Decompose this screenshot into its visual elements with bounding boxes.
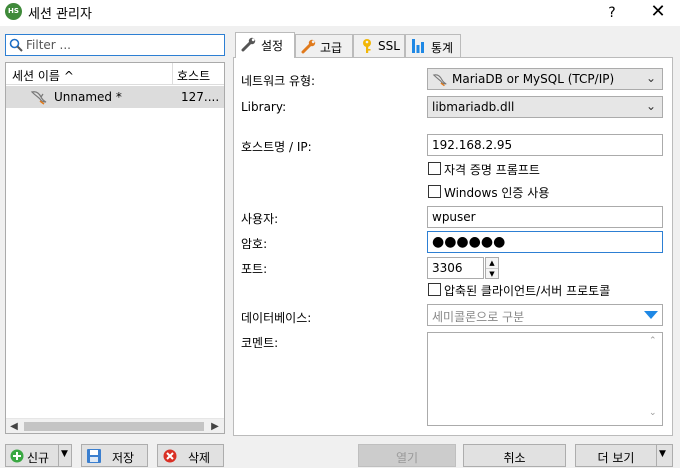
scroll-up-icon[interactable]: ⌃ <box>649 336 657 346</box>
scroll-right-icon[interactable]: ▶ <box>209 419 221 434</box>
tab-ssl[interactable]: SSL <box>353 34 405 57</box>
new-button-label: 신규 <box>27 451 50 465</box>
network-type-select[interactable]: MariaDB or MySQL (TCP/IP) ⌄ <box>427 68 663 90</box>
tab-advanced-label: 고급 <box>320 41 343 55</box>
tab-advanced[interactable]: 고급 <box>295 34 353 57</box>
wrench-icon <box>241 37 256 52</box>
chevron-down-icon: ⌄ <box>645 99 656 113</box>
windows-auth-label: Windows 인증 사용 <box>444 186 550 200</box>
dolphin-icon <box>432 74 447 87</box>
tab-ssl-label: SSL <box>378 39 400 53</box>
more-dropdown-icon[interactable]: ▼ <box>659 449 666 459</box>
compression-checkbox[interactable] <box>428 283 441 296</box>
tab-statistics[interactable]: 통계 <box>405 34 461 57</box>
tab-settings-label: 설정 <box>261 39 284 53</box>
host-value: 192.168.2.95 <box>432 138 513 152</box>
port-input[interactable]: 3306 <box>427 257 484 279</box>
close-button[interactable]: ✕ <box>643 1 673 23</box>
cancel-button[interactable]: 취소 <box>463 444 566 467</box>
horizontal-scrollbar[interactable]: ◀ ▶ <box>6 418 224 433</box>
user-label: 사용자: <box>241 212 279 226</box>
tab-settings[interactable]: 설정 <box>235 32 295 58</box>
session-host: 127.... <box>181 90 220 104</box>
library-value: libmariadb.dll <box>432 100 515 114</box>
scroll-left-icon[interactable]: ◀ <box>8 419 20 434</box>
bar-chart-icon <box>412 39 424 53</box>
title-bar: HS 세션 관리자 ? ✕ <box>0 0 680 26</box>
database-placeholder: 세미콜론으로 구분 <box>432 310 525 324</box>
save-button-label: 저장 <box>112 451 135 465</box>
floppy-disk-icon <box>87 449 101 463</box>
delete-button-label: 삭제 <box>188 451 211 465</box>
filter-input[interactable]: Filter ... <box>5 34 225 56</box>
user-input[interactable]: wpuser <box>427 206 663 228</box>
key-icon <box>363 39 371 53</box>
delete-icon <box>163 449 177 463</box>
network-type-label: 네트워크 유형: <box>241 74 316 88</box>
new-button[interactable]: 신규 ▼ <box>5 444 72 467</box>
password-input[interactable]: ●●●●●● <box>427 231 663 253</box>
dolphin-icon <box>30 91 47 105</box>
scroll-down-icon[interactable]: ⌄ <box>649 408 657 418</box>
window-title: 세션 관리자 <box>28 7 92 22</box>
session-list[interactable]: 세션 이름 ^ 호스트 Unnamed * 127.... ◀ ▶ <box>5 62 225 434</box>
session-list-header: 세션 이름 ^ 호스트 <box>6 63 224 85</box>
tab-statistics-label: 통계 <box>431 41 454 55</box>
settings-panel: 네트워크 유형: MariaDB or MySQL (TCP/IP) ⌄ Lib… <box>233 57 673 436</box>
network-type-value: MariaDB or MySQL (TCP/IP) <box>452 72 615 86</box>
host-input[interactable]: 192.168.2.95 <box>427 134 663 156</box>
more-button-label: 더 보기 <box>597 451 635 465</box>
help-button[interactable]: ? <box>597 2 627 24</box>
library-label: Library: <box>241 100 287 114</box>
column-divider[interactable] <box>172 63 173 85</box>
port-label: 포트: <box>241 262 268 276</box>
port-value: 3306 <box>432 261 463 275</box>
more-button[interactable]: 더 보기 ▼ <box>575 444 673 467</box>
column-header-session-name[interactable]: 세션 이름 ^ <box>12 67 74 84</box>
dropdown-arrow-icon[interactable] <box>644 310 658 320</box>
search-icon <box>9 38 23 52</box>
delete-button[interactable]: 삭제 <box>157 444 224 467</box>
sort-ascending-icon: ^ <box>63 69 74 83</box>
stepper-up-icon[interactable]: ▲ <box>486 258 498 268</box>
filter-placeholder: Filter ... <box>26 38 71 52</box>
stepper-down-icon[interactable]: ▼ <box>486 268 498 278</box>
comment-label: 코멘트: <box>241 336 279 350</box>
add-icon <box>10 449 24 463</box>
scroll-thumb[interactable] <box>24 422 204 431</box>
library-select[interactable]: libmariadb.dll ⌄ <box>427 96 663 118</box>
compression-label: 압축된 클라이언트/서버 프로토콜 <box>444 284 611 298</box>
credential-prompt-checkbox[interactable] <box>428 162 441 175</box>
session-row[interactable]: Unnamed * 127.... <box>6 86 224 108</box>
open-button[interactable]: 열기 <box>358 444 456 467</box>
column-header-host[interactable]: 호스트 <box>177 67 210 84</box>
session-name: Unnamed * <box>54 90 122 104</box>
open-button-label: 열기 <box>395 451 419 465</box>
new-dropdown-icon[interactable]: ▼ <box>61 449 68 459</box>
cancel-button-label: 취소 <box>503 451 526 465</box>
database-label: 데이터베이스: <box>241 311 312 325</box>
credential-prompt-label: 자격 증명 프롬프트 <box>444 163 540 177</box>
password-value: ●●●●●● <box>432 234 506 250</box>
password-label: 암호: <box>241 237 268 251</box>
app-logo-icon: HS <box>5 3 22 20</box>
comment-scrollbar[interactable]: ⌃ ⌄ <box>647 334 661 424</box>
chevron-down-icon: ⌄ <box>645 71 656 85</box>
host-label: 호스트명 / IP: <box>241 140 312 154</box>
database-input[interactable]: 세미콜론으로 구분 <box>427 304 663 326</box>
user-value: wpuser <box>432 210 476 224</box>
wrench-orange-icon <box>301 39 316 54</box>
save-button[interactable]: 저장 <box>81 444 148 467</box>
comment-textarea[interactable]: ⌃ ⌄ <box>427 332 663 426</box>
port-stepper[interactable]: ▲ ▼ <box>485 257 499 279</box>
windows-auth-checkbox[interactable] <box>428 185 441 198</box>
